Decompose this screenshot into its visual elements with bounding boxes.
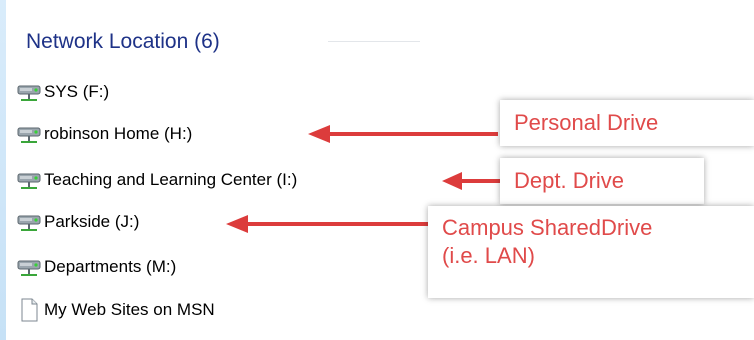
callout-text-line2: (i.e. LAN) [442, 243, 535, 268]
callout-text: Dept. Drive [514, 168, 625, 193]
callout-personal-drive: Personal Drive [500, 100, 754, 146]
callout-text-line1: Campus SharedDrive [442, 215, 653, 240]
callout-dept-drive: Dept. Drive [500, 158, 704, 204]
callout-campus-shared-drive: Campus SharedDrive (i.e. LAN) [428, 206, 754, 298]
callout-text: Personal Drive [514, 110, 659, 135]
